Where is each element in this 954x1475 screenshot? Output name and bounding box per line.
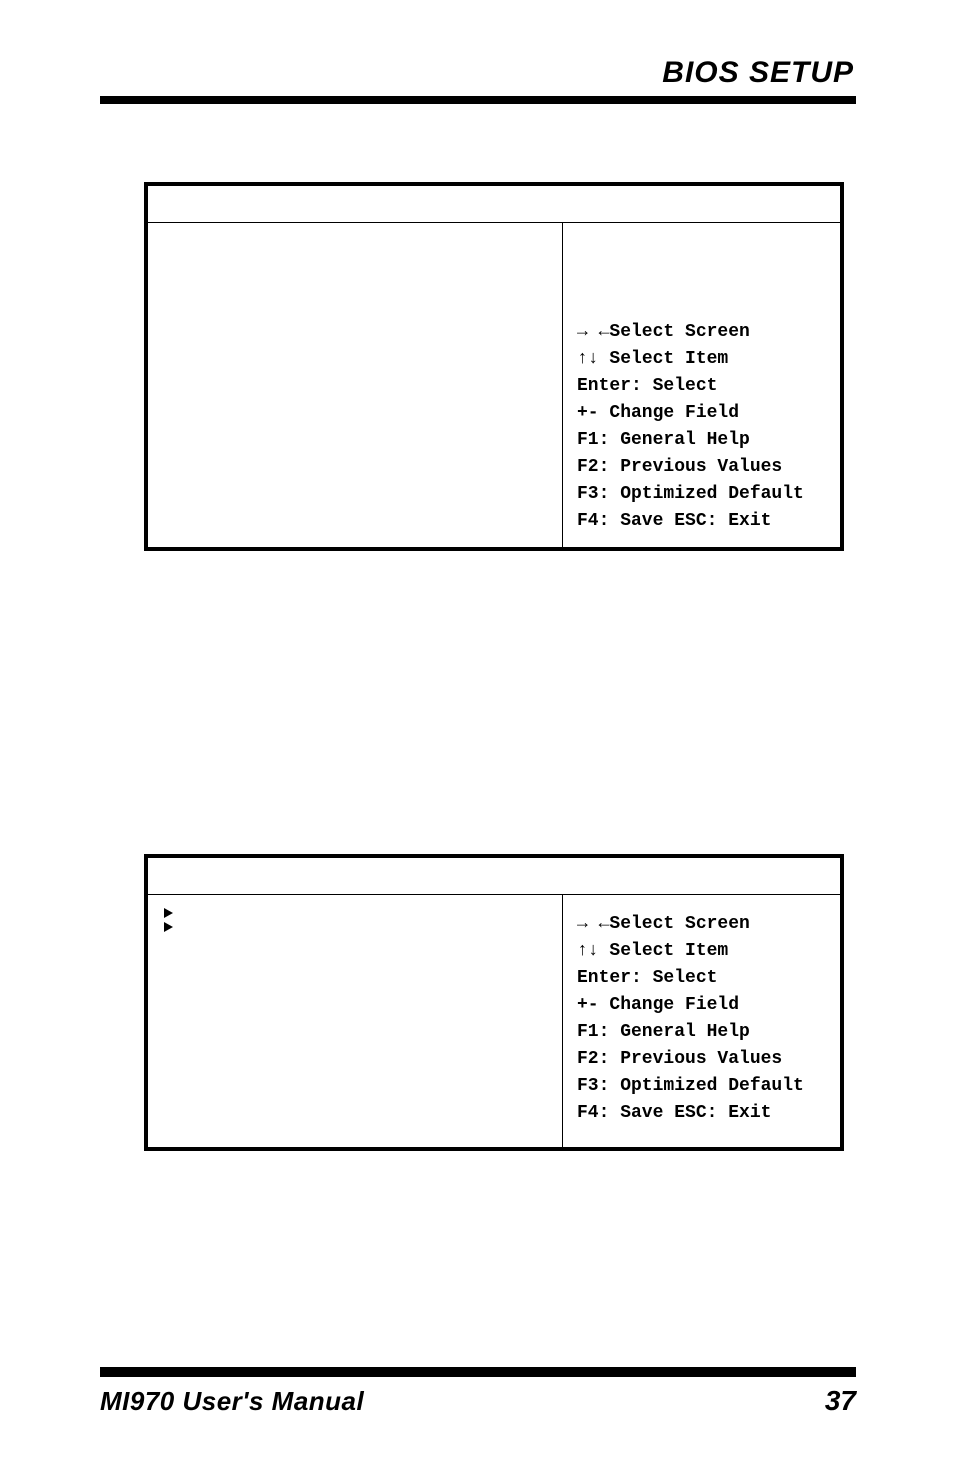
help-select-screen: → ←Select Screen [577,911,828,938]
arrow-up-down-icon: ↑↓ [577,349,599,369]
panel-2-header [148,858,840,895]
panel-1-help: → ←Select Screen ↑↓ Select Item Enter: S… [562,223,840,547]
triangle-right-icon [162,907,174,919]
help-f4: F4: Save ESC: Exit [577,508,828,535]
help-select-screen: → ←Select Screen [577,319,828,346]
help-select-item-label: Select Item [599,941,729,961]
arrow-up-down-icon: ↑↓ [577,941,599,961]
help-f2: F2: Previous Values [577,454,828,481]
triangle-right-icon [162,921,174,933]
help-select-item-label: Select Item [599,349,729,369]
help-enter: Enter: Select [577,373,828,400]
help-change-field: +- Change Field [577,400,828,427]
arrow-left-right-icon: → ← [577,914,609,934]
help-f2: F2: Previous Values [577,1046,828,1073]
help-f4: F4: Save ESC: Exit [577,1100,828,1127]
submenu-item[interactable] [162,907,552,919]
bottom-divider [100,1367,856,1377]
help-change-field: +- Change Field [577,992,828,1019]
help-select-screen-label: Select Screen [609,322,749,342]
panel-2-help: → ←Select Screen ↑↓ Select Item Enter: S… [562,895,840,1147]
help-f1: F1: General Help [577,427,828,454]
help-enter: Enter: Select [577,965,828,992]
help-f3: F3: Optimized Default [577,1073,828,1100]
page-footer: MI970 User's Manual 37 [100,1385,856,1417]
page-number: 37 [825,1385,856,1417]
submenu-item[interactable] [162,921,552,933]
help-select-item: ↑↓ Select Item [577,346,828,373]
help-select-item: ↑↓ Select Item [577,938,828,965]
top-divider [100,96,856,104]
bios-panel-1: → ←Select Screen ↑↓ Select Item Enter: S… [144,182,844,551]
panel-1-content [148,223,562,547]
bios-panel-2: → ←Select Screen ↑↓ Select Item Enter: S… [144,854,844,1151]
manual-title: MI970 User's Manual [100,1386,364,1417]
help-select-screen-label: Select Screen [609,914,749,934]
help-f3: F3: Optimized Default [577,481,828,508]
panel-2-content [148,895,562,1147]
panel-1-header [148,186,840,223]
arrow-left-right-icon: → ← [577,322,609,342]
section-title: BIOS SETUP [662,56,854,90]
help-f1: F1: General Help [577,1019,828,1046]
